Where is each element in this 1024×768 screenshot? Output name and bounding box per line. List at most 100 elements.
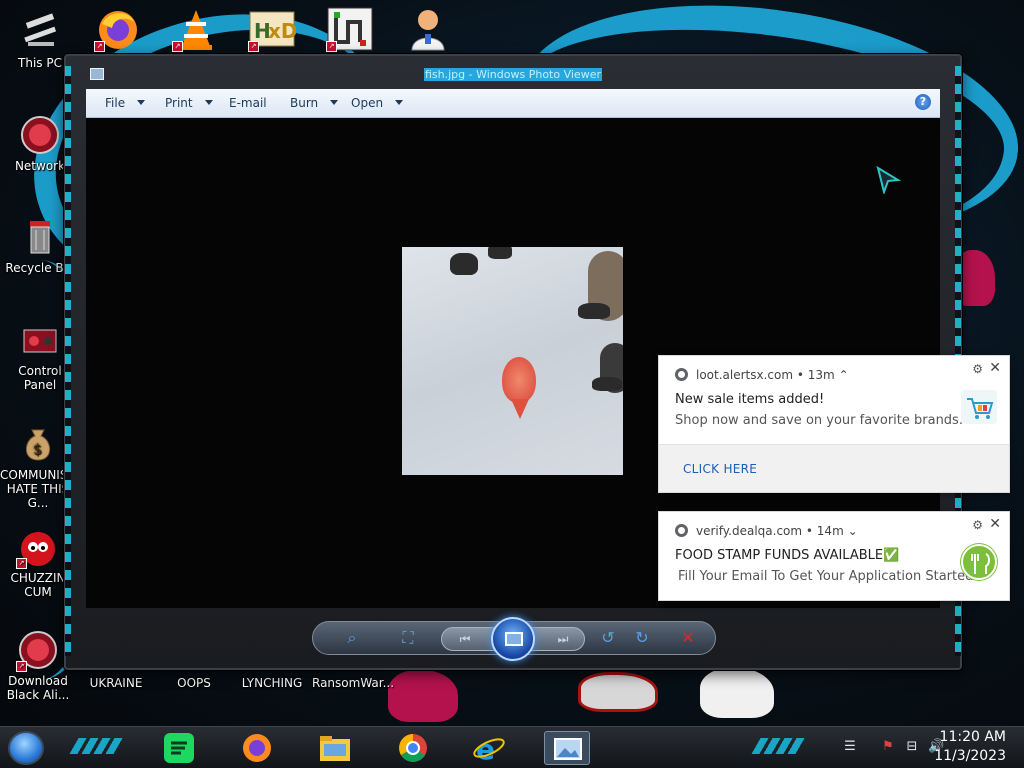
hxd-icon[interactable]: HxD ↗ — [248, 6, 298, 52]
menu-open-label: Open — [351, 96, 384, 110]
desktop-icon-label: Download Black Ali... — [6, 674, 70, 702]
chevron-up-icon[interactable]: ⌃ — [839, 368, 849, 382]
notification-message: Shop now and save on your favorite brand… — [675, 413, 963, 428]
chevron-down-icon — [395, 100, 404, 105]
shortcut-arrow-icon: ↗ — [94, 41, 105, 52]
menu-burn[interactable]: Burn — [290, 96, 339, 110]
this-pc-icon — [18, 10, 62, 54]
desktop-icon-ukraine[interactable]: UKRAINE — [78, 676, 154, 690]
taskbar-decoration — [69, 738, 125, 754]
taskbar-spotify[interactable] — [156, 731, 202, 765]
svg-text:e: e — [476, 733, 495, 765]
action-center-icon[interactable]: ☰ — [842, 739, 858, 755]
notification-age: 14m — [816, 524, 844, 538]
menu-email-label: E-mail — [229, 96, 267, 110]
taskbar-firefox[interactable] — [234, 731, 280, 765]
photo-boot — [488, 247, 512, 259]
taskbar: e ☰ ⚑ ⊟ 🔊 11:20 AM 11/3/2023 — [0, 726, 1024, 768]
menu-file[interactable]: File — [105, 96, 146, 110]
notification-title: New sale items added! — [675, 392, 825, 407]
gear-icon[interactable]: ⚙ — [972, 518, 983, 532]
notification-source: verify.dealqa.com — [696, 524, 803, 538]
chrome-icon — [675, 524, 688, 537]
desktop-icon-label: LYNCHING — [241, 676, 303, 690]
window-titlebar[interactable]: fish.jpg - Windows Photo Viewer — [76, 60, 950, 88]
chevron-down-icon — [137, 100, 146, 105]
click-here-button[interactable]: CLICK HERE — [683, 462, 757, 476]
shortcut-arrow-icon: ↗ — [248, 41, 259, 52]
close-icon[interactable]: ✕ — [989, 516, 1001, 532]
shortcut-arrow-icon: ↗ — [172, 41, 183, 52]
notification-title: FOOD STAMP FUNDS AVAILABLE✅ — [675, 548, 900, 563]
actual-size-icon[interactable]: ⛶ — [397, 628, 419, 648]
desktop-icon-lynching[interactable]: LYNCHING — [234, 676, 310, 690]
wallpaper-sneaker — [700, 668, 774, 718]
system-tray: ☰ ⚑ ⊟ 🔊 11:20 AM 11/3/2023 — [824, 727, 1024, 768]
red-creature-icon: ↗ — [16, 525, 60, 569]
network-icon: ↗ — [16, 628, 60, 672]
previous-icon[interactable]: ⏮ — [454, 629, 476, 649]
restaurant-icon — [961, 544, 997, 580]
chrome-icon — [399, 734, 427, 762]
taskbar-chrome[interactable] — [390, 731, 436, 765]
photo-boot — [592, 377, 622, 391]
notification-message: Fill Your Email To Get Your Application … — [678, 569, 986, 584]
slideshow-button[interactable] — [491, 617, 535, 661]
notification-toast[interactable]: loot.alertsx.com • 13m ⌃ ⚙ ✕ New sale it… — [658, 355, 1010, 493]
photo-viewer-icon — [554, 738, 582, 760]
wallpaper-sneaker — [388, 670, 458, 722]
chevron-down-icon[interactable]: ⌄ — [848, 524, 858, 538]
network-icon — [18, 113, 62, 157]
vlc-icon[interactable]: ↗ — [172, 6, 220, 52]
desktop-icon-oops[interactable]: OOPS — [156, 676, 232, 690]
taskbar-photo-viewer[interactable] — [544, 731, 590, 765]
maze-app-icon[interactable]: ↗ — [326, 6, 374, 52]
slideshow-icon — [505, 632, 523, 646]
security-flag-icon[interactable]: ⚑ — [880, 739, 896, 755]
svg-text:xD: xD — [268, 19, 296, 43]
menu-print[interactable]: Print — [165, 96, 213, 110]
help-icon[interactable]: ? — [915, 94, 931, 110]
firefox-icon — [243, 734, 271, 762]
window-title-text: fish.jpg - Windows Photo Viewer — [424, 68, 602, 81]
recycle-bin-icon — [18, 215, 62, 259]
rotate-clockwise-icon[interactable]: ↻ — [631, 628, 653, 648]
doctor-icon[interactable] — [404, 6, 452, 52]
gear-icon[interactable]: ⚙ — [972, 362, 983, 376]
delete-icon[interactable]: ✕ — [677, 628, 699, 648]
svg-text:$: $ — [33, 442, 42, 458]
money-bag-icon: $ — [16, 422, 60, 466]
wallpaper-sneaker — [578, 672, 658, 712]
desktop-icon-label: OOPS — [177, 676, 211, 690]
shortcut-arrow-icon: ↗ — [326, 41, 337, 52]
taskbar-file-explorer[interactable] — [312, 731, 358, 765]
clock-time[interactable]: 11:20 AM — [940, 729, 1006, 745]
desktop-icon-ransomware[interactable]: RansomWar... — [312, 676, 394, 690]
taskbar-decoration — [751, 738, 807, 754]
mouse-cursor-icon — [876, 166, 902, 194]
photo-boot — [450, 253, 478, 275]
clock-date[interactable]: 11/3/2023 — [934, 748, 1006, 764]
next-icon[interactable]: ⏭ — [552, 629, 574, 649]
shortcut-arrow-icon: ↗ — [16, 558, 27, 569]
desktop-icon-label: UKRAINE — [89, 676, 143, 690]
menu-bar: File Print E-mail Burn Open ? — [86, 89, 940, 118]
shopping-cart-icon — [961, 390, 997, 424]
taskbar-internet-explorer[interactable]: e — [466, 731, 512, 766]
start-button[interactable] — [8, 731, 44, 765]
notification-header: verify.dealqa.com • 14m ⌄ — [675, 524, 858, 538]
network-status-icon[interactable]: ⊟ — [904, 739, 920, 755]
menu-email[interactable]: E-mail — [229, 96, 267, 110]
zoom-icon[interactable]: ⌕ — [341, 628, 363, 648]
firefox-icon[interactable]: ↗ — [94, 6, 142, 52]
menu-open[interactable]: Open — [351, 96, 404, 110]
notification-toast[interactable]: verify.dealqa.com • 14m ⌄ ⚙ ✕ FOOD STAMP… — [658, 511, 1010, 601]
shortcut-arrow-icon: ↗ — [16, 661, 27, 672]
close-icon[interactable]: ✕ — [989, 360, 1001, 376]
chevron-down-icon — [204, 100, 213, 105]
internet-explorer-icon: e — [473, 733, 505, 766]
rotate-counterclockwise-icon[interactable]: ↺ — [597, 628, 619, 648]
menu-print-label: Print — [165, 96, 193, 110]
chrome-icon — [675, 368, 688, 381]
control-panel-icon — [18, 318, 62, 362]
